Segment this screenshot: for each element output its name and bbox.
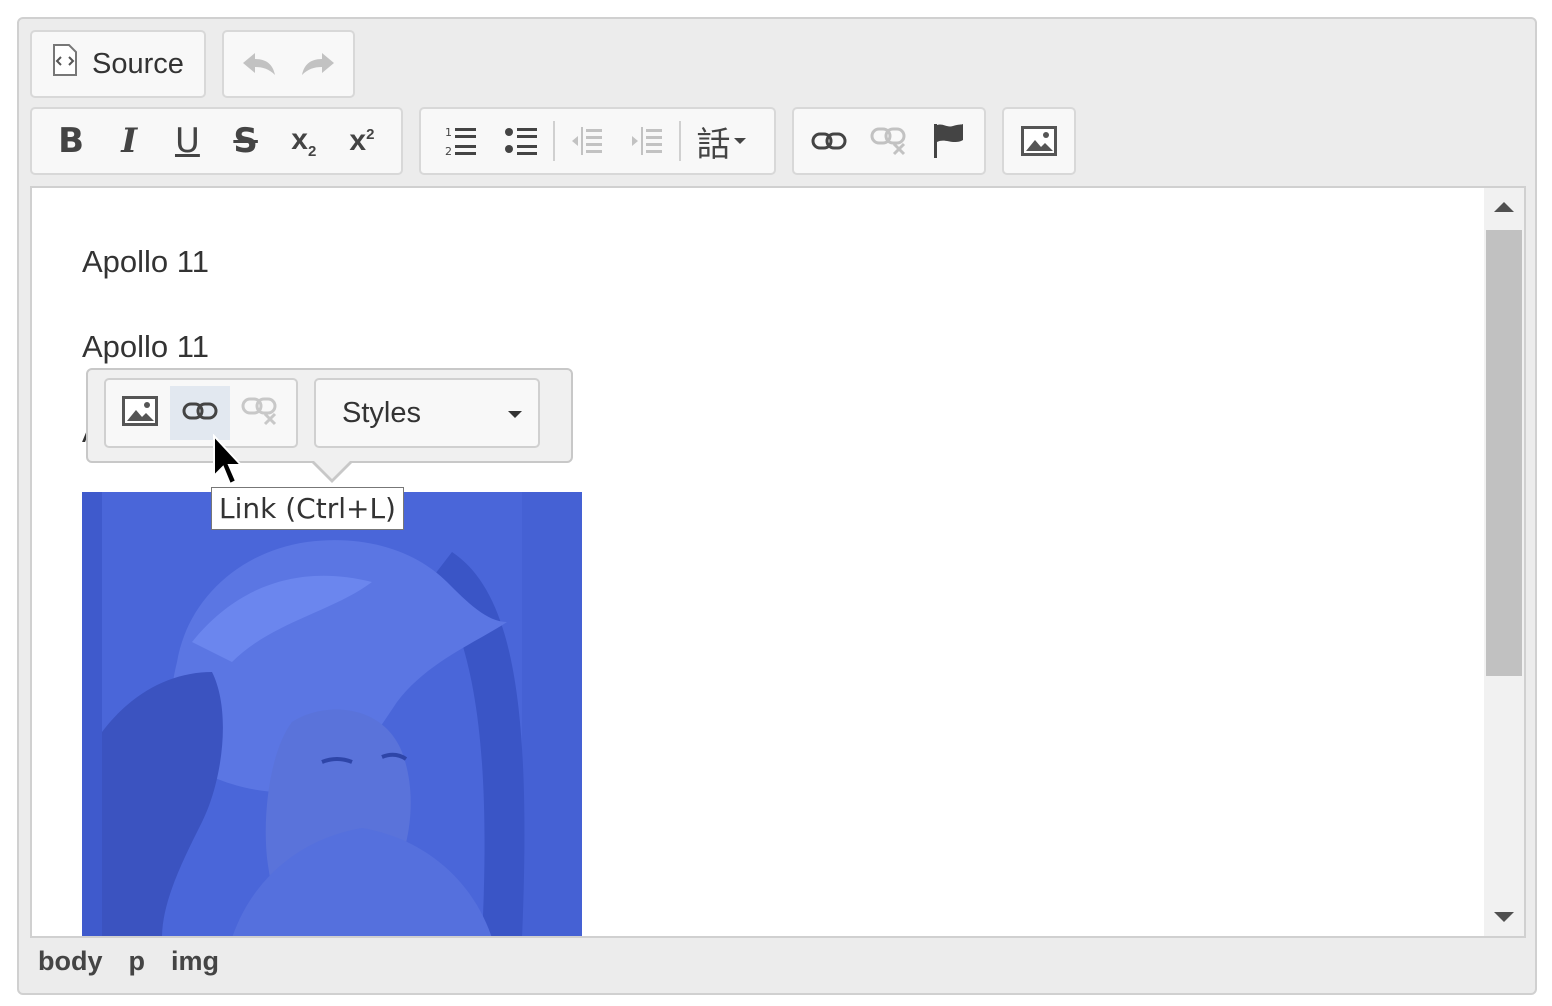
links-group — [792, 107, 986, 175]
balloon-link-button[interactable] — [170, 386, 230, 440]
language-icon: 話 — [696, 124, 731, 165]
bold-button[interactable]: B — [42, 112, 100, 170]
outdent-icon — [570, 125, 604, 157]
path-item-p[interactable]: p — [129, 946, 146, 977]
undo-button[interactable] — [229, 35, 289, 93]
indent-icon — [630, 125, 664, 157]
styles-dropdown[interactable]: Styles — [314, 378, 540, 448]
undo-redo-group — [222, 30, 355, 98]
insert-group — [1002, 107, 1076, 175]
image-button[interactable] — [1009, 112, 1069, 170]
toolbar-separator — [679, 121, 681, 161]
undo-icon — [241, 51, 277, 77]
unlink-icon — [870, 126, 908, 156]
subscript-button[interactable]: x2 — [275, 112, 333, 170]
elements-path: body p img — [38, 946, 219, 977]
indent-button[interactable] — [617, 112, 677, 170]
link-button[interactable] — [799, 112, 859, 170]
scroll-down-icon[interactable] — [1494, 912, 1514, 922]
numbered-list-icon: 12 — [444, 124, 478, 158]
list-group: 12 話 — [419, 107, 776, 175]
numbered-list-button[interactable]: 12 — [431, 112, 491, 170]
underline-icon: U — [174, 121, 200, 161]
selected-image[interactable] — [82, 492, 582, 936]
balloon-unlink-button[interactable] — [230, 386, 290, 440]
vertical-scrollbar[interactable] — [1484, 188, 1524, 936]
strike-button[interactable]: S — [217, 112, 275, 170]
chevron-down-icon — [508, 411, 522, 418]
balloon-image-button[interactable] — [110, 386, 170, 440]
tooltip: Link (Ctrl+L) — [211, 487, 404, 530]
italic-icon: I — [121, 121, 138, 161]
bulleted-list-icon — [504, 125, 538, 157]
bold-icon: B — [58, 121, 85, 161]
paragraph: Apollo 11 — [82, 244, 209, 279]
unlink-button[interactable] — [859, 112, 919, 170]
source-label: Source — [92, 47, 184, 80]
link-icon — [182, 401, 218, 426]
underline-button[interactable]: U — [158, 112, 216, 170]
superscript-button[interactable]: x2 — [333, 112, 391, 170]
scrollbar-thumb[interactable] — [1486, 230, 1522, 676]
image-icon — [122, 395, 158, 431]
toolbar-separator — [553, 121, 555, 161]
svg-text:1: 1 — [445, 126, 452, 139]
unlink-icon — [241, 396, 279, 431]
italic-button[interactable]: I — [100, 112, 158, 170]
source-icon — [52, 44, 78, 84]
anchor-button[interactable] — [919, 112, 979, 170]
anchor-icon — [932, 123, 966, 159]
basicstyles-group: B I U S x2 x2 — [30, 107, 403, 175]
redo-button[interactable] — [289, 35, 349, 93]
scroll-up-icon[interactable] — [1494, 202, 1514, 212]
mouse-cursor-icon — [212, 433, 244, 493]
subscript-icon: x2 — [291, 122, 317, 160]
source-button[interactable]: Source — [30, 30, 206, 98]
redo-icon — [300, 51, 336, 77]
bulleted-list-button[interactable] — [491, 112, 551, 170]
styles-label: Styles — [342, 396, 421, 429]
outdent-button[interactable] — [557, 112, 617, 170]
language-button[interactable]: 話 — [683, 112, 759, 170]
path-item-body[interactable]: body — [38, 946, 103, 977]
balloon-button-group — [104, 378, 298, 448]
superscript-icon: x2 — [349, 124, 375, 157]
svg-text:2: 2 — [445, 145, 452, 158]
path-item-img[interactable]: img — [171, 946, 219, 977]
paragraph: Apollo 11 — [82, 329, 209, 364]
balloon-toolbar: Styles — [86, 368, 573, 483]
image-icon — [1021, 126, 1057, 156]
link-icon — [811, 131, 847, 151]
chevron-down-icon — [733, 138, 746, 144]
editing-area[interactable]: Apollo 11 Apollo 11 A — [30, 186, 1526, 938]
balloon-pointer — [310, 459, 354, 483]
strike-icon: S — [233, 121, 258, 161]
